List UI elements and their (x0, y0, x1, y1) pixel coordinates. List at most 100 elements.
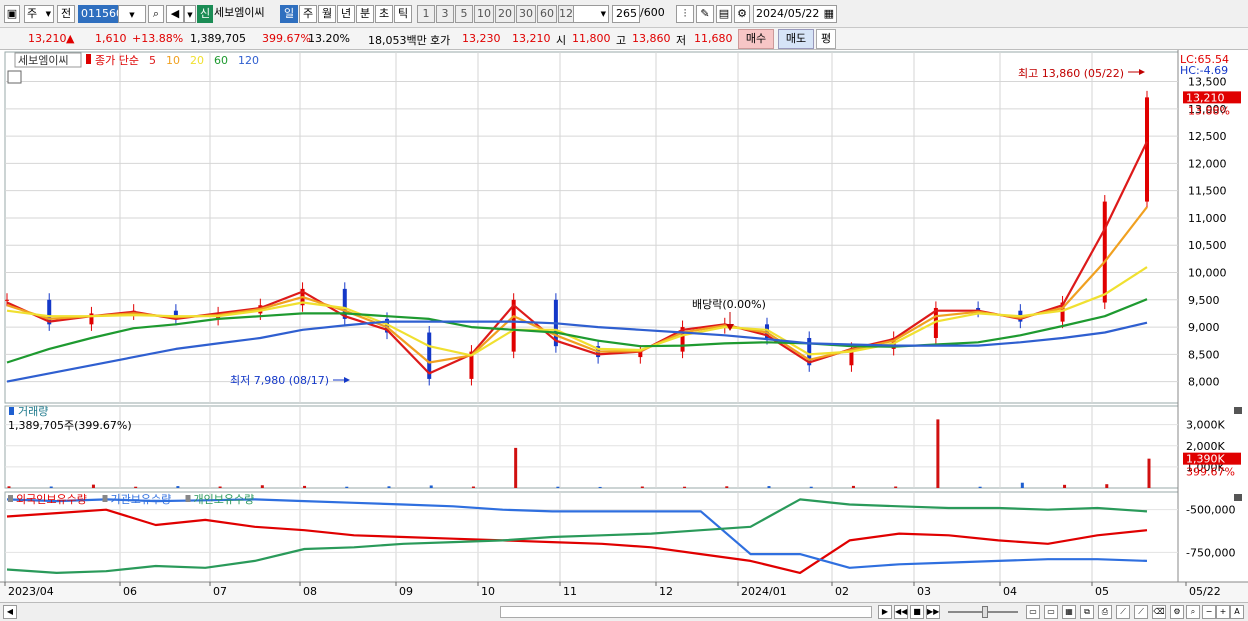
draw-trend-icon[interactable]: ⟋ (1134, 605, 1148, 619)
new-badge: 신 (197, 5, 213, 23)
y-tick-label-11: 13,500 (1188, 76, 1227, 89)
stock-name: 세보엠이씨 (214, 6, 265, 19)
y-tick-label-7: 11,500 (1188, 185, 1227, 198)
interval-button-0[interactable]: 1 (417, 5, 435, 23)
volume-bar-5 (218, 486, 222, 488)
y-tick-label-1: 8,500 (1188, 348, 1220, 361)
count-input[interactable]: 265 (612, 5, 640, 23)
period-tab-4[interactable]: 분 (356, 5, 374, 23)
scroll-right-button[interactable]: ▶ (878, 605, 892, 619)
grid-icon[interactable]: ▦ (1062, 605, 1076, 619)
code-history-button[interactable]: ▼ (118, 5, 146, 23)
x-axis-bg (0, 582, 1248, 602)
period-tab-0[interactable]: 일 (280, 5, 298, 23)
text-tool-icon[interactable]: A (1230, 605, 1244, 619)
volume-bar-26 (1105, 484, 1109, 488)
interval-button-1[interactable]: 3 (436, 5, 454, 23)
y-tick-label-8: 12,000 (1188, 157, 1227, 170)
first-button[interactable]: ◀◀ (894, 605, 908, 619)
date-input[interactable]: 2024/05/22 ▦ (753, 5, 837, 23)
holding-legend-0: 외국인보유수량 (16, 493, 87, 506)
interval-button-3[interactable]: 10 (474, 5, 494, 23)
scrollbar-thumb[interactable] (500, 606, 872, 618)
window-icon[interactable]: ▭ (1044, 605, 1058, 619)
x-tick-label-6: 11 (563, 585, 577, 598)
volume-bar-24 (1020, 482, 1024, 488)
volume-bar-15 (640, 486, 644, 488)
print-icon[interactable]: ⎙ (1098, 605, 1112, 619)
period-tab-6[interactable]: 틱 (394, 5, 412, 23)
period-tab-2[interactable]: 월 (318, 5, 336, 23)
zoom-in-icon[interactable]: + (1216, 605, 1230, 619)
high-annotation: 최고 13,860 (05/22) (1018, 67, 1124, 80)
window-icon[interactable]: ▣ (4, 5, 20, 23)
eraser-icon[interactable]: ⌫ (1152, 605, 1166, 619)
interval-button-2[interactable]: 5 (455, 5, 473, 23)
x-tick-label-1: 06 (123, 585, 137, 598)
volume-ratio: 399.67% (262, 32, 311, 45)
sell-button[interactable]: 매도 (778, 29, 814, 49)
x-tick-label-9: 02 (835, 585, 849, 598)
interval-button-4[interactable]: 20 (495, 5, 515, 23)
search-icon[interactable]: ⌕ (148, 5, 164, 23)
candle-icon[interactable]: ⫶ (676, 5, 694, 23)
ask-value: 13,230 (462, 32, 501, 45)
period-tab-3[interactable]: 년 (337, 5, 355, 23)
prefix-select[interactable]: 전 (57, 5, 75, 23)
holding-legend-marker-2 (185, 495, 191, 502)
speaker-menu[interactable]: ▼ (184, 5, 196, 23)
chevron-down-icon: ▼ (129, 11, 135, 19)
type-select-label: 주 (27, 7, 38, 20)
interval-button-6[interactable]: 60 (537, 5, 557, 23)
volume-tag: 1,390K (1186, 453, 1225, 466)
tool-icon[interactable]: ✎ (696, 5, 714, 23)
y-tick-label-5: 10,500 (1188, 239, 1227, 252)
legend-period-0: 5 (149, 54, 156, 67)
zoom-handle[interactable] (982, 606, 988, 618)
volume-bar-1 (49, 486, 53, 488)
settings-icon[interactable]: ⚙ (1170, 605, 1184, 619)
legend-stock-name: 세보엠이씨 (18, 54, 69, 67)
panel-frame-0 (4, 51, 1179, 404)
interval-button-5[interactable]: 30 (516, 5, 536, 23)
save-icon[interactable]: ▤ (716, 5, 732, 23)
volume-bar-8 (345, 486, 349, 488)
holding-legend-2: 개인보유수량 (194, 493, 255, 506)
x-tick-label-11: 04 (1003, 585, 1017, 598)
type-select[interactable]: 주 ▼ (24, 5, 54, 23)
buy-button[interactable]: 매수 (738, 29, 774, 49)
last-button[interactable]: ▶▶ (926, 605, 940, 619)
interval-input[interactable]: ▼ (573, 5, 609, 23)
holding-legend-marker-1 (102, 495, 108, 502)
volume-bar-0 (7, 486, 11, 488)
period-tab-1[interactable]: 주 (299, 5, 317, 23)
zoom-icon[interactable]: ⌕ (1186, 605, 1200, 619)
quote-bar: 13,210 ▲ 1,610 +13.88% 1,389,705 399.67%… (0, 28, 1248, 50)
y-tick-label-6: 11,000 (1188, 212, 1227, 225)
stop-button[interactable]: ■ (910, 605, 924, 619)
low-label: 저 (676, 34, 687, 47)
period-tab-5[interactable]: 초 (375, 5, 393, 23)
zoom-out-icon[interactable]: − (1202, 605, 1216, 619)
open-label: 시 (556, 34, 567, 47)
vol-tick-label-2: 3,000K (1186, 419, 1225, 432)
volume-bar-22 (936, 419, 940, 488)
volume-bar-23 (978, 486, 982, 488)
volume-bar-21 (894, 486, 898, 488)
copy-icon[interactable]: ⧉ (1080, 605, 1094, 619)
code-input[interactable]: 011560 (78, 5, 123, 23)
draw-line-icon[interactable]: ⟋ (1116, 605, 1130, 619)
layout-icon[interactable]: ▭ (1026, 605, 1040, 619)
speaker-icon[interactable]: ◀ (166, 5, 184, 23)
volume-tag-pct: 399.67% (1186, 466, 1235, 479)
avg-button[interactable]: 평 (816, 29, 836, 49)
volume-bar-16 (683, 486, 687, 488)
hold-tick-label-1: -750,000 (1186, 546, 1235, 559)
panel-frame-2 (4, 491, 1179, 583)
scroll-left-button[interactable]: ◀ (3, 605, 17, 619)
volume-bar-11 (471, 486, 475, 488)
gear-icon[interactable]: ⚙ (734, 5, 750, 23)
change-value: 1,610 (95, 32, 127, 45)
volume-bar-4 (176, 486, 180, 488)
low-value: 11,680 (694, 32, 733, 45)
